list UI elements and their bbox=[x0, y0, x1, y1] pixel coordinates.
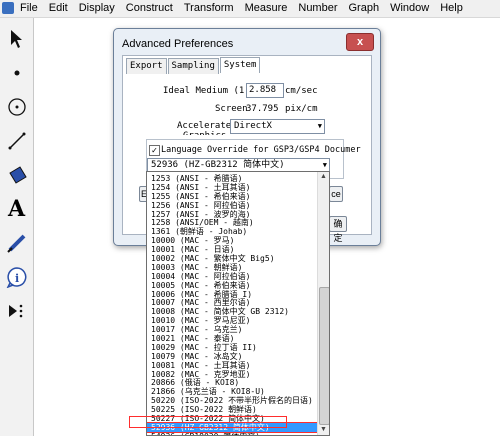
language-override-label: Language Override for GSP3/GSP4 Documer bbox=[161, 145, 361, 155]
dropdown-option[interactable]: 1257 (ANSI - 波罗的海) bbox=[147, 210, 317, 219]
accelerated-graphics-label-2: Graphics bbox=[183, 131, 226, 135]
dropdown-option[interactable]: 10081 (MAC - 土耳其语) bbox=[147, 361, 317, 370]
info-icon[interactable]: i bbox=[3, 262, 30, 292]
chevron-down-icon: ▼ bbox=[317, 122, 322, 130]
dropdown-option[interactable]: 50225 (ISO-2022 朝鲜语) bbox=[147, 405, 317, 414]
tab-strip: Export Sampling System bbox=[126, 57, 261, 74]
dropdown-option[interactable]: 50220 (ISO-2022 不带半形片假名的日语) bbox=[147, 396, 317, 405]
scroll-up-icon[interactable]: ▲ bbox=[318, 172, 329, 182]
scroll-down-icon[interactable]: ▼ bbox=[318, 425, 329, 435]
text-icon[interactable]: A bbox=[3, 194, 30, 224]
screen-label: Screen bbox=[215, 104, 248, 114]
menu-window[interactable]: Window bbox=[390, 2, 429, 14]
dropdown-option[interactable]: 21866 (乌克兰语 - KOI8-U) bbox=[147, 387, 317, 396]
dropdown-option[interactable]: 10001 (MAC - 日语) bbox=[147, 245, 317, 254]
dropdown-option[interactable]: 10082 (MAC - 克罗地亚) bbox=[147, 370, 317, 379]
ideal-medium-field[interactable]: 2.858 bbox=[246, 83, 284, 98]
ideal-medium-unit: cm/sec bbox=[285, 86, 318, 96]
dropdown-option[interactable]: 54936 (GB18030 简体中文) bbox=[147, 432, 317, 435]
encoding-dropdown-list[interactable]: 1253 (ANSI - 希腊语) 1254 (ANSI - 土耳其语) 1255 … bbox=[146, 171, 330, 436]
dropdown-option[interactable]: 10008 (MAC - 简体中文 GB 2312) bbox=[147, 307, 317, 316]
dropdown-option[interactable]: 10004 (MAC - 阿拉伯语) bbox=[147, 272, 317, 281]
accelerated-graphics-label: Accelerated bbox=[177, 121, 237, 131]
menu-number[interactable]: Number bbox=[298, 2, 337, 14]
menu-display[interactable]: Display bbox=[79, 2, 115, 14]
text-tool-glyph: A bbox=[7, 196, 26, 222]
dropdown-option[interactable]: 10002 (MAC - 繁体中文 Big5) bbox=[147, 254, 317, 263]
ok-button[interactable]: 确定 bbox=[329, 216, 347, 243]
menu-graph[interactable]: Graph bbox=[349, 2, 380, 14]
tab-export[interactable]: Export bbox=[126, 58, 167, 74]
app-icon[interactable] bbox=[2, 2, 14, 14]
polygon-icon[interactable] bbox=[3, 160, 30, 190]
dropdown-option[interactable]: 10029 (MAC - 拉丁语 II) bbox=[147, 343, 317, 352]
custom-tools-icon[interactable] bbox=[3, 296, 30, 326]
compass-icon[interactable] bbox=[3, 92, 30, 122]
encoding-selected-value: 52936 (HZ-GB2312 简体中文) bbox=[151, 160, 285, 170]
straightedge-icon[interactable] bbox=[3, 126, 30, 156]
dropdown-option[interactable]: 10005 (MAC - 希伯来语) bbox=[147, 281, 317, 290]
menu-file[interactable]: File bbox=[20, 2, 38, 14]
dropdown-option[interactable]: 1361 (朝鲜语 - Johab) bbox=[147, 227, 317, 236]
dropdown-option[interactable]: 10006 (MAC - 希腊语 I) bbox=[147, 290, 317, 299]
dropdown-option[interactable]: 10079 (MAC - 冰岛文) bbox=[147, 352, 317, 361]
menu-measure[interactable]: Measure bbox=[245, 2, 288, 14]
menu-edit[interactable]: Edit bbox=[49, 2, 68, 14]
menu-help[interactable]: Help bbox=[440, 2, 463, 14]
dropdown-option[interactable]: 10007 (MAC - 西里尔语) bbox=[147, 298, 317, 308]
dropdown-option[interactable]: 10017 (MAC - 乌克兰) bbox=[147, 325, 317, 334]
screen-unit: pix/cm bbox=[285, 104, 318, 114]
menu-construct[interactable]: Construct bbox=[126, 2, 173, 14]
dropdown-option[interactable]: 1254 (ANSI - 土耳其语) bbox=[147, 183, 317, 192]
dropdown-option[interactable]: 10000 (MAC - 罗马) bbox=[147, 236, 317, 245]
tool-palette: A i bbox=[0, 18, 34, 436]
dropdown-option[interactable]: 1256 (ANSI - 阿拉伯语) bbox=[147, 201, 317, 210]
dropdown-option[interactable]: 1255 (ANSI - 希伯来语) bbox=[147, 192, 317, 201]
accelerated-graphics-value: DirectX bbox=[234, 121, 272, 131]
close-button[interactable]: x bbox=[346, 33, 374, 51]
partial-right-button[interactable]: ce bbox=[329, 186, 343, 202]
accelerated-graphics-select[interactable]: DirectX ▼ bbox=[230, 119, 325, 134]
dropdown-scrollbar[interactable]: ▲ ▼ bbox=[317, 172, 329, 435]
dropdown-option[interactable]: 10003 (MAC - 朝鲜语) bbox=[147, 263, 317, 272]
screen-value: 37.795 bbox=[246, 104, 279, 114]
scrollbar-thumb[interactable] bbox=[319, 287, 329, 425]
dropdown-option[interactable]: 10021 (MAC - 泰语) bbox=[147, 334, 317, 343]
dropdown-option[interactable]: 1258 (ANSI/OEM - 越南) bbox=[147, 218, 317, 228]
dropdown-items: 1253 (ANSI - 希腊语) 1254 (ANSI - 土耳其语) 1255 … bbox=[147, 174, 318, 435]
dropdown-option[interactable]: 1253 (ANSI - 希腊语) bbox=[147, 174, 317, 183]
tab-sampling[interactable]: Sampling bbox=[167, 58, 219, 74]
arrow-select-icon[interactable] bbox=[3, 24, 30, 54]
tab-system[interactable]: System bbox=[219, 57, 261, 73]
point-icon[interactable] bbox=[3, 58, 30, 88]
language-override-checkbox[interactable]: ✓ bbox=[149, 145, 160, 156]
dropdown-option[interactable]: 10010 (MAC - 罗马尼亚) bbox=[147, 316, 317, 325]
dialog-title: Advanced Preferences bbox=[122, 38, 234, 50]
dropdown-option[interactable]: 20866 (俄语 - KOI8) bbox=[147, 378, 317, 388]
marker-icon[interactable] bbox=[3, 228, 30, 258]
menu-bar: File Edit Display Construct Transform Measure… bbox=[0, 0, 500, 18]
menu-transform[interactable]: Transform bbox=[184, 2, 234, 14]
svg-text:i: i bbox=[15, 272, 19, 285]
highlight-outline bbox=[129, 416, 287, 428]
